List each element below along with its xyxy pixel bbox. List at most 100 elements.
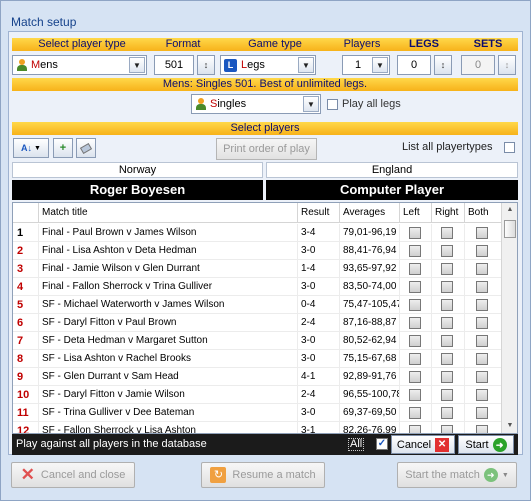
add-player-icon: + <box>59 142 67 154</box>
play-all-legs-checkbox[interactable] <box>327 98 338 110</box>
player-type-value: ens <box>40 59 58 71</box>
both-checkbox[interactable] <box>476 425 488 433</box>
player2-name[interactable]: Computer Player <box>266 180 518 200</box>
table-row[interactable]: 9 SF - Glen Durrant v Sam Head 4-1 92,89-91… <box>13 368 501 386</box>
left-checkbox[interactable] <box>409 281 421 293</box>
table-row[interactable]: 4 Final - Fallon Sherrock v Trina Gullive… <box>13 278 501 296</box>
left-checkbox[interactable] <box>409 227 421 239</box>
format-field[interactable]: 501 <box>154 55 194 75</box>
left-checkbox[interactable] <box>409 407 421 419</box>
row-match-title: SF - Fallon Sherrock v Lisa Ashton <box>38 422 297 433</box>
right-checkbox[interactable] <box>441 353 453 365</box>
game-type-select[interactable]: L Legs ▼ <box>220 55 316 75</box>
sets-sort-button[interactable]: ↕ <box>498 55 516 75</box>
table-row[interactable]: 7 SF - Deta Hedman v Margaret Sutton 3-0 80… <box>13 332 501 350</box>
format-sort-button[interactable]: ↕ <box>197 55 215 75</box>
both-checkbox[interactable] <box>476 353 488 365</box>
right-checkbox[interactable] <box>441 245 453 257</box>
right-checkbox[interactable] <box>441 227 453 239</box>
left-checkbox[interactable] <box>409 353 421 365</box>
both-checkbox[interactable] <box>476 371 488 383</box>
right-checkbox[interactable] <box>441 425 453 433</box>
col-both[interactable]: Both <box>464 203 501 223</box>
both-checkbox[interactable] <box>476 299 488 311</box>
eraser-button[interactable] <box>76 138 96 158</box>
resume-icon: ↻ <box>210 467 227 483</box>
left-checkbox[interactable] <box>409 389 421 401</box>
print-order-button[interactable]: Print order of play <box>216 138 317 160</box>
table-row[interactable]: 2 Final - Lisa Ashton v Deta Hedman 3-0 88,… <box>13 242 501 260</box>
col-left[interactable]: Left <box>399 203 431 223</box>
row-result: 3-0 <box>297 242 339 260</box>
cancel-button[interactable]: Cancel ✕ <box>391 435 455 454</box>
left-checkbox[interactable] <box>409 245 421 257</box>
both-checkbox[interactable] <box>476 281 488 293</box>
row-averages: 87,16-88,87 <box>339 314 399 332</box>
both-checkbox[interactable] <box>476 227 488 239</box>
legs-field[interactable]: 0 <box>397 55 431 75</box>
sets-field[interactable]: 0 <box>461 55 495 75</box>
mode-select[interactable]: Singles ▼ <box>191 94 321 114</box>
chevron-down-icon[interactable]: ▼ <box>303 96 319 112</box>
both-checkbox[interactable] <box>476 335 488 347</box>
both-checkbox[interactable] <box>476 263 488 275</box>
list-all-checkbox[interactable] <box>504 142 515 153</box>
scroll-down-icon[interactable]: ▼ <box>502 419 517 433</box>
legs-sort-button[interactable]: ↕ <box>434 55 452 75</box>
table-row[interactable]: 5 SF - Michael Waterworth v James Wilson 0… <box>13 296 501 314</box>
right-checkbox[interactable] <box>441 371 453 383</box>
scroll-up-icon[interactable]: ▲ <box>502 203 517 217</box>
both-checkbox[interactable] <box>476 317 488 329</box>
right-checkbox[interactable] <box>441 389 453 401</box>
start-match-button[interactable]: Start the match ➜ ▼ <box>397 462 517 488</box>
chevron-down-icon[interactable]: ▼ <box>502 472 509 479</box>
cancel-close-button[interactable]: ✕ Cancel and close <box>11 462 135 488</box>
row-number: 8 <box>17 353 24 365</box>
left-checkbox[interactable] <box>409 263 421 275</box>
row-match-title: SF - Glen Durrant v Sam Head <box>38 368 297 386</box>
left-checkbox[interactable] <box>409 371 421 383</box>
grid-scrollbar[interactable]: ▲ ▼ <box>501 203 517 433</box>
label-game-type: Game type <box>248 38 302 50</box>
col-right[interactable]: Right <box>431 203 464 223</box>
chevron-down-icon[interactable]: ▼ <box>372 57 388 73</box>
right-checkbox[interactable] <box>441 335 453 347</box>
row-averages: 75,15-67,68 <box>339 350 399 368</box>
table-row[interactable]: 10 SF - Daryl Fitton v Jamie Wilson 2-4 96,… <box>13 386 501 404</box>
left-checkbox[interactable] <box>409 317 421 329</box>
table-row[interactable]: 3 Final - Jamie Wilson v Glen Durrant 1-4 9… <box>13 260 501 278</box>
left-checkbox[interactable] <box>409 299 421 311</box>
col-match-title[interactable]: Match title <box>38 203 297 223</box>
table-row[interactable]: 11 SF - Trina Gulliver v Dee Bateman 3-0 69… <box>13 404 501 422</box>
player-type-select[interactable]: Mens ▼ <box>12 55 147 75</box>
table-row[interactable]: 1 Final - Paul Brown v James Wilson 3-4 79,… <box>13 224 501 242</box>
resume-label: Resume a match <box>232 469 316 481</box>
play-all-legs-option[interactable]: Play all legs <box>327 98 401 110</box>
chevron-down-icon[interactable]: ▼ <box>129 57 145 73</box>
right-checkbox[interactable] <box>441 299 453 311</box>
both-checkbox[interactable] <box>476 245 488 257</box>
start-button[interactable]: Start ➜ <box>458 435 514 454</box>
right-checkbox[interactable] <box>441 281 453 293</box>
all-checkbox[interactable]: ✓ <box>376 438 388 450</box>
col-result[interactable]: Result <box>297 203 339 223</box>
table-row[interactable]: 8 SF - Lisa Ashton v Rachel Brooks 3-0 75,1… <box>13 350 501 368</box>
cancel-label: Cancel <box>396 438 432 451</box>
table-row[interactable]: 6 SF - Daryl Fitton v Paul Brown 2-4 87,16-… <box>13 314 501 332</box>
left-checkbox[interactable] <box>409 335 421 347</box>
player1-name[interactable]: Roger Boyesen <box>12 180 263 200</box>
sort-az-button[interactable]: A↓ ▼ <box>13 138 49 158</box>
chevron-down-icon[interactable]: ▼ <box>298 57 314 73</box>
right-checkbox[interactable] <box>441 317 453 329</box>
both-checkbox[interactable] <box>476 407 488 419</box>
resume-match-button[interactable]: ↻ Resume a match <box>201 462 325 488</box>
players-select[interactable]: 1 ▼ <box>342 55 390 75</box>
col-averages[interactable]: Averages <box>339 203 399 223</box>
add-player-button[interactable]: + <box>53 138 73 158</box>
right-checkbox[interactable] <box>441 263 453 275</box>
right-checkbox[interactable] <box>441 407 453 419</box>
scroll-thumb[interactable] <box>504 220 516 238</box>
left-checkbox[interactable] <box>409 425 421 433</box>
table-row[interactable]: 12 SF - Fallon Sherrock v Lisa Ashton 3-1 8… <box>13 422 501 433</box>
both-checkbox[interactable] <box>476 389 488 401</box>
